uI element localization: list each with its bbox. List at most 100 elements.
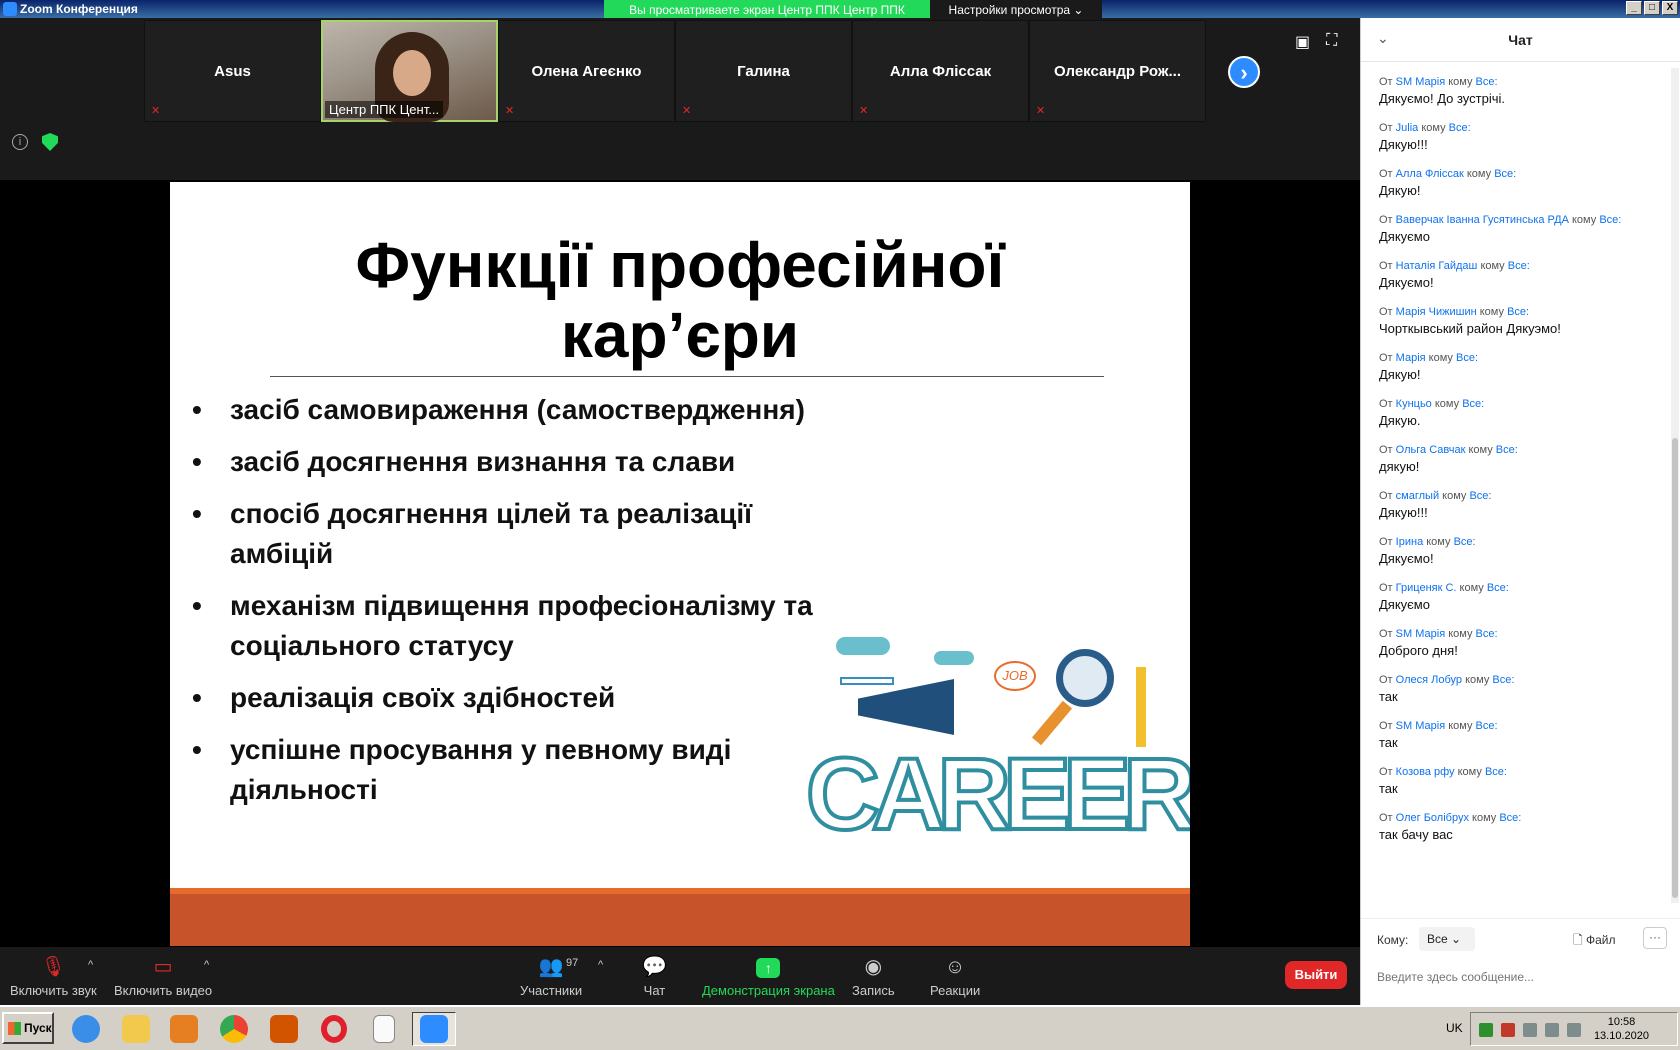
taskbar-ie-icon[interactable] <box>64 1012 108 1046</box>
message-recipient[interactable]: Все: <box>1469 490 1491 502</box>
tray-clock[interactable]: 10:58 13.10.2020 <box>1594 1015 1649 1043</box>
message-sender[interactable]: смаглый <box>1396 490 1439 502</box>
tray-volume-icon[interactable] <box>1545 1023 1559 1037</box>
more-options-icon[interactable]: ··· <box>1643 927 1667 949</box>
message-sender[interactable]: SM Марія <box>1396 720 1445 732</box>
message-recipient[interactable]: Все: <box>1456 352 1478 364</box>
message-recipient[interactable]: Все: <box>1494 168 1516 180</box>
taskbar-media-player-icon[interactable] <box>162 1012 206 1046</box>
participant-tile[interactable]: Asus ✕ <box>144 20 321 122</box>
message-sender[interactable]: Марія <box>1396 352 1426 364</box>
chat-message-text: Дякуємо! До зустрічі. <box>1379 91 1506 106</box>
slide-title-line: Функції професійної <box>355 229 1005 301</box>
taskbar-zoom-icon[interactable] <box>412 1012 456 1046</box>
chat-button[interactable]: 💬 Чат <box>642 955 667 998</box>
chat-title: Чат <box>1508 32 1533 48</box>
bullet-item: механізм підвищення професіоналізму та с… <box>192 586 832 666</box>
message-recipient[interactable]: Все: <box>1476 76 1498 88</box>
next-participants-arrow-icon[interactable]: › <box>1228 56 1260 88</box>
taskbar-app-icon[interactable] <box>262 1012 306 1046</box>
message-recipient[interactable]: Все: <box>1492 674 1514 686</box>
share-screen-button[interactable]: ↑ Демонстрация экрана <box>702 955 835 998</box>
tray-update-icon[interactable] <box>1479 1023 1493 1037</box>
from-prefix: От <box>1379 168 1393 180</box>
message-sender[interactable]: Олеся Лобур <box>1396 674 1462 686</box>
start-video-button[interactable]: ▭ Включить видео ^ <box>114 955 212 998</box>
message-sender[interactable]: Олег Болібрух <box>1396 812 1469 824</box>
message-recipient[interactable]: Все: <box>1508 260 1530 272</box>
message-recipient[interactable]: Все: <box>1499 812 1521 824</box>
participant-tile[interactable]: Галина ✕ <box>675 20 852 122</box>
message-sender[interactable]: Кунцьо <box>1396 398 1432 410</box>
chat-message: От Алла Фліссак кому Все: Дякую! <box>1379 166 1663 200</box>
mic-muted-icon: ✕ <box>1036 105 1046 117</box>
participants-button[interactable]: 👥 97 Участники ^ <box>520 955 603 998</box>
message-recipient[interactable]: Все: <box>1487 582 1509 594</box>
chat-scrollbar[interactable] <box>1671 68 1679 903</box>
chat-message-text: Дякую! <box>1379 183 1421 198</box>
message-sender[interactable]: Ваверчак Іванна Гусятинська РДА <box>1396 214 1569 226</box>
taskbar-chrome-icon[interactable] <box>212 1012 256 1046</box>
taskbar-explorer-icon[interactable] <box>114 1012 158 1046</box>
recipient-select[interactable]: Все ⌄ <box>1419 927 1475 951</box>
chat-message: От Ірина кому Все: Дякуємо! <box>1379 534 1663 568</box>
layout-toggle-icon[interactable]: ▣ <box>1295 32 1310 52</box>
message-recipient[interactable]: Все: <box>1507 306 1529 318</box>
message-sender[interactable]: Ірина <box>1396 536 1424 548</box>
participants-options-caret-icon[interactable]: ^ <box>598 959 603 971</box>
chat-message-input[interactable] <box>1377 964 1667 990</box>
chat-message-meta: От SM Марія кому Все: <box>1379 74 1663 90</box>
fullscreen-icon[interactable]: ⛶ <box>1326 32 1337 52</box>
message-sender[interactable]: SM Марія <box>1396 76 1445 88</box>
encryption-shield-icon[interactable] <box>42 133 58 151</box>
message-sender[interactable]: SM Марія <box>1396 628 1445 640</box>
reactions-button[interactable]: ☺ Реакции <box>930 955 980 998</box>
message-recipient[interactable]: Все: <box>1485 766 1507 778</box>
from-prefix: От <box>1379 122 1393 134</box>
send-file-button[interactable]: 🗋 Файл <box>1573 931 1616 952</box>
unmute-button[interactable]: 🎙 Включить звук ^ <box>10 955 97 998</box>
maximize-button[interactable]: □ <box>1644 1 1660 15</box>
message-recipient[interactable]: Все: <box>1476 720 1498 732</box>
message-recipient[interactable]: Все: <box>1462 398 1484 410</box>
tray-security-icon[interactable] <box>1501 1023 1515 1037</box>
minimize-button[interactable]: _ <box>1626 1 1642 15</box>
leave-meeting-button[interactable]: Выйти <box>1285 961 1347 989</box>
participant-name: Центр ППК Цент... <box>325 101 444 118</box>
participant-strip: Asus ✕ Центр ППК Цент... Олена Агеєнко ✕… <box>144 20 1206 122</box>
video-options-caret-icon[interactable]: ^ <box>204 959 209 971</box>
message-sender[interactable]: Наталія Гайдаш <box>1396 260 1478 272</box>
message-recipient[interactable]: Все: <box>1476 628 1498 640</box>
message-sender[interactable]: Julia <box>1396 122 1419 134</box>
tray-display-icon[interactable] <box>1567 1023 1581 1037</box>
tray-network-icon[interactable] <box>1523 1023 1537 1037</box>
to-word: кому <box>1448 76 1473 88</box>
message-recipient[interactable]: Все: <box>1599 214 1621 226</box>
to-word: кому <box>1448 628 1473 640</box>
participant-tile[interactable]: Олена Агеєнко ✕ <box>498 20 675 122</box>
taskbar-opera-icon[interactable] <box>312 1012 356 1046</box>
close-button[interactable]: X <box>1662 1 1678 15</box>
meeting-info-icon[interactable]: i <box>12 134 28 150</box>
scrollbar-thumb[interactable] <box>1672 438 1678 898</box>
message-sender[interactable]: Козова рфу <box>1396 766 1455 778</box>
message-recipient[interactable]: Все: <box>1449 122 1471 134</box>
participant-name: Алла Фліссак <box>889 63 992 80</box>
message-sender[interactable]: Марія Чижишин <box>1396 306 1477 318</box>
audio-options-caret-icon[interactable]: ^ <box>88 959 93 971</box>
file-label: Файл <box>1586 933 1616 947</box>
input-language-indicator[interactable]: UK <box>1446 1021 1463 1035</box>
message-recipient[interactable]: Все: <box>1496 444 1518 456</box>
mic-muted-icon: ✕ <box>682 105 692 117</box>
participant-tile[interactable]: Олександр Рож... ✕ <box>1029 20 1206 122</box>
participant-tile[interactable]: Алла Фліссак ✕ <box>852 20 1029 122</box>
message-sender[interactable]: Ольга Савчак <box>1396 444 1466 456</box>
message-recipient[interactable]: Все: <box>1454 536 1476 548</box>
participant-video-tile[interactable]: Центр ППК Цент... <box>321 20 498 122</box>
title-divider <box>270 376 1104 377</box>
message-sender[interactable]: Гриценяк С. <box>1396 582 1457 594</box>
message-sender[interactable]: Алла Фліссак <box>1396 168 1464 180</box>
taskbar-notepad-icon[interactable] <box>362 1012 406 1046</box>
start-button[interactable]: Пуск <box>2 1012 54 1044</box>
record-button[interactable]: ◉ Запись <box>852 955 895 998</box>
